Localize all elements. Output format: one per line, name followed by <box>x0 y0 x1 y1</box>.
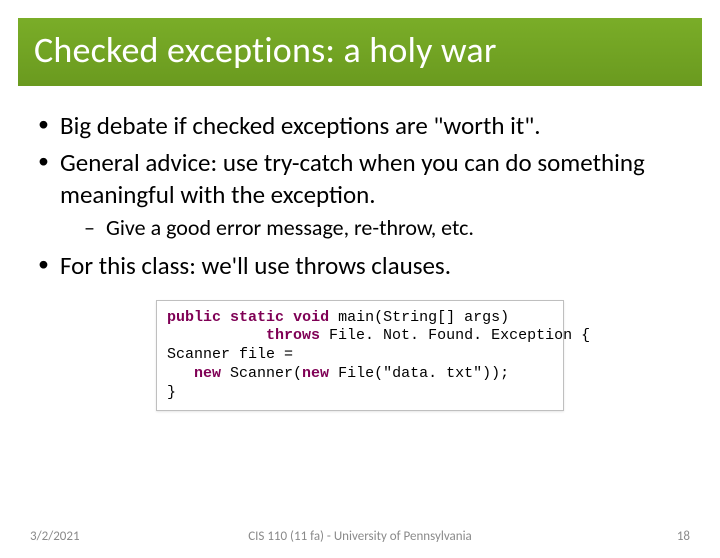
code-throws-rest: File. Not. Found. Exception { <box>320 327 590 344</box>
bullet-2a: Give a good error message, re-throw, etc… <box>60 214 684 243</box>
code-line4b: File("data. txt")); <box>329 365 509 382</box>
footer-course: CIS 110 (11 fa) - University of Pennsylv… <box>0 529 720 544</box>
code-line3: Scanner file = <box>167 346 293 363</box>
kw-static: static <box>230 309 284 326</box>
bullet-2-text: General advice: use try-catch when you c… <box>60 147 645 209</box>
code-indent2 <box>167 365 194 382</box>
kw-new2: new <box>302 365 329 382</box>
bullet-3: For this class: we'll use throws clauses… <box>36 250 684 281</box>
slide-content: Big debate if checked exceptions are "wo… <box>0 86 720 411</box>
code-sig: main(String[] args) <box>329 309 509 326</box>
code-block: public static void main(String[] args) t… <box>156 300 564 412</box>
title-bar: Checked exceptions: a holy war <box>18 18 702 86</box>
code-line4a: Scanner( <box>221 365 302 382</box>
kw-new1: new <box>194 365 221 382</box>
bullet-list: Big debate if checked exceptions are "wo… <box>36 110 684 282</box>
slide-title: Checked exceptions: a holy war <box>34 28 686 72</box>
footer: 3/2/2021 CIS 110 (11 fa) - University of… <box>0 529 720 544</box>
sub-bullet-list: Give a good error message, re-throw, etc… <box>60 214 684 243</box>
kw-throws: throws <box>266 327 320 344</box>
kw-void: void <box>293 309 329 326</box>
kw-public: public <box>167 309 221 326</box>
bullet-2: General advice: use try-catch when you c… <box>36 147 684 242</box>
code-indent1 <box>167 327 266 344</box>
bullet-1: Big debate if checked exceptions are "wo… <box>36 110 684 141</box>
slide: { "title": "Checked exceptions: a holy w… <box>0 18 720 558</box>
code-line5: } <box>167 384 176 401</box>
